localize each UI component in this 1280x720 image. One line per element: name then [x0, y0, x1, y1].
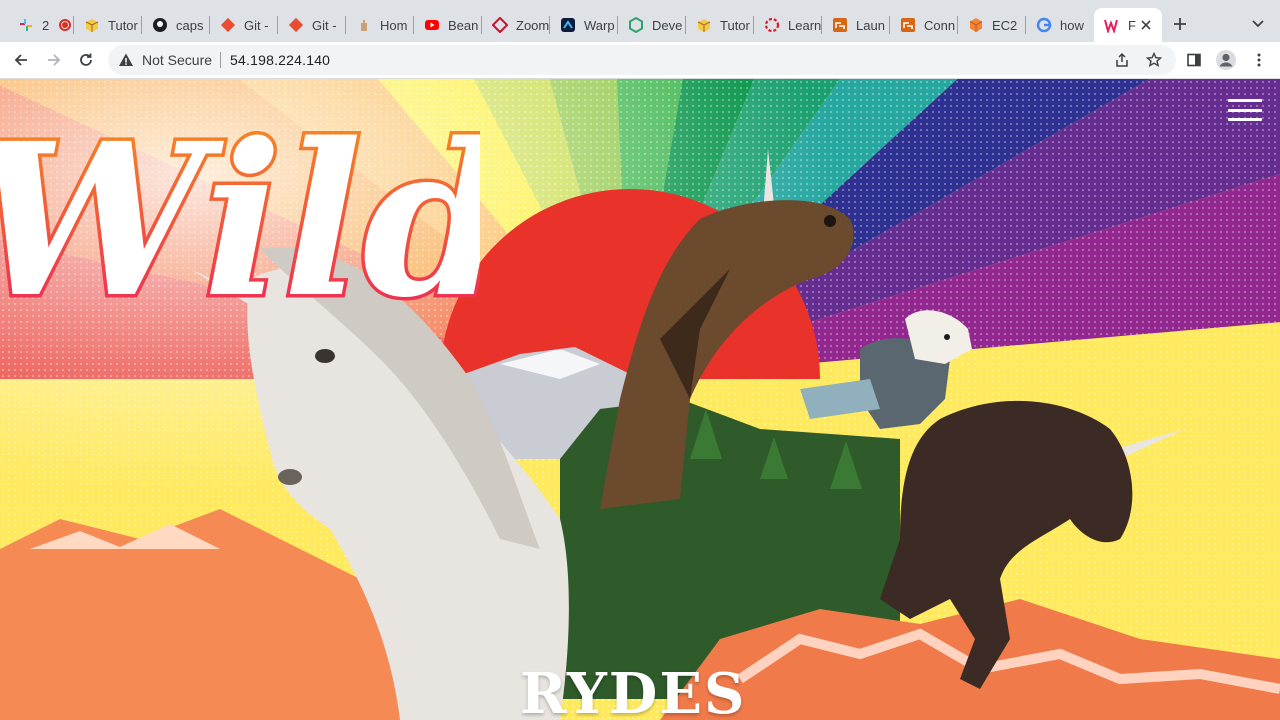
browser-tab[interactable]: Git -	[210, 8, 278, 42]
reload-button[interactable]	[74, 48, 98, 72]
browser-tab[interactable]: caps	[142, 8, 210, 42]
arrow-right-icon	[48, 54, 61, 66]
browser-tab[interactable]: Zoom	[482, 8, 550, 42]
google-icon	[1036, 17, 1052, 33]
url-text[interactable]: 54.198.224.140	[230, 52, 330, 68]
tab-title: Zoom	[516, 17, 550, 33]
tab-title: Git -	[312, 17, 337, 33]
warp-icon	[560, 17, 576, 33]
star-icon	[1146, 52, 1162, 68]
tab-title: how	[1060, 17, 1084, 33]
security-label[interactable]: Not Secure	[142, 52, 212, 68]
divider	[220, 52, 222, 68]
reload-icon	[80, 53, 92, 66]
browser-tab[interactable]: how	[1026, 8, 1094, 42]
tab-title: 2	[42, 17, 50, 33]
wild-rydes-icon	[1104, 17, 1120, 33]
browser-tab[interactable]: Tutor	[74, 8, 142, 42]
box-icon	[84, 17, 100, 33]
diamond-icon	[492, 17, 508, 33]
git-icon	[288, 17, 304, 33]
github-icon	[152, 17, 168, 33]
share-button[interactable]	[1110, 48, 1134, 72]
tab-title: Tutor	[108, 17, 138, 33]
git-icon	[220, 17, 236, 33]
tab-title: caps	[176, 17, 204, 33]
hand-icon	[356, 17, 372, 33]
tab-title: Learn	[788, 17, 822, 33]
hamburger-menu-button[interactable]	[1228, 99, 1262, 121]
forward-button[interactable]	[42, 48, 66, 72]
side-panel-icon	[1187, 53, 1201, 67]
recording-icon	[59, 19, 72, 31]
browser-tab[interactable]: EC2	[958, 8, 1026, 42]
hamburger-line	[1228, 99, 1262, 102]
tab-title: Conn	[924, 17, 956, 33]
chevron-down-icon	[1252, 20, 1264, 28]
share-icon	[1116, 52, 1128, 67]
browser-tab[interactable]: Hom	[346, 8, 414, 42]
browser-tab[interactable]: Learn	[754, 8, 822, 42]
tab-title: Hom	[380, 17, 408, 33]
aws-icon	[900, 17, 916, 33]
avatar-icon	[1216, 50, 1236, 70]
browser-tab[interactable]: 2	[8, 8, 74, 42]
browser-tab[interactable]: Tutor	[686, 8, 754, 42]
tab-title: Git -	[244, 17, 269, 33]
tab-title: EC2	[992, 17, 1018, 33]
back-button[interactable]	[9, 48, 33, 72]
new-tab-button[interactable]	[1168, 12, 1192, 36]
browser-tab[interactable]: Bean	[414, 8, 482, 42]
browser-menu-button[interactable]	[1247, 48, 1271, 72]
wild-rydes-logo: Wild	[0, 94, 480, 340]
profile-button[interactable]	[1214, 48, 1238, 72]
side-panel-button[interactable]	[1182, 48, 1206, 72]
close-tab-icon[interactable]	[1138, 17, 1154, 33]
warning-icon[interactable]	[118, 52, 134, 68]
browser-tab[interactable]: Laun	[822, 8, 890, 42]
browser-tab[interactable]: Warp	[550, 8, 618, 42]
browser-tab[interactable]: Conn	[890, 8, 958, 42]
browser-tab[interactable]: Deve	[618, 8, 686, 42]
cube-icon	[968, 17, 984, 33]
browser-tab[interactable]: Git -	[278, 8, 346, 42]
address-bar[interactable]: Not Secure 54.198.224.140	[108, 45, 1176, 75]
tab-strip: 2 Tutor caps Git - Git - Hom Bean Zoom Warp Deve T…	[0, 0, 1280, 42]
tab-title: Tutor	[720, 17, 750, 33]
ring-icon	[764, 17, 780, 33]
box-icon	[696, 17, 712, 33]
logo-wild-text: Wild	[0, 97, 480, 339]
bookmark-star-button[interactable]	[1142, 48, 1166, 72]
arrow-left-icon	[14, 54, 27, 66]
slack-icon	[18, 17, 34, 33]
tab-title: Laun	[856, 17, 885, 33]
hamburger-line	[1228, 118, 1262, 121]
logo-rydes-text: RYDES	[520, 661, 747, 720]
page-viewport: Wild RYDES	[0, 79, 1280, 720]
kebab-menu-icon	[1257, 53, 1261, 67]
youtube-icon	[424, 17, 440, 33]
hamburger-line	[1228, 108, 1262, 112]
browser-toolbar: Not Secure 54.198.224.140	[0, 42, 1280, 79]
tab-title: Bean	[448, 17, 479, 33]
aws-icon	[832, 17, 848, 33]
tab-title: Deve	[652, 17, 683, 33]
hex-icon	[628, 17, 644, 33]
plus-icon	[1174, 18, 1186, 30]
tab-title: F	[1128, 17, 1136, 33]
tab-title: Warp	[584, 17, 615, 33]
tab-search-button[interactable]	[1248, 14, 1268, 34]
browser-tab[interactable]: F	[1094, 8, 1162, 42]
